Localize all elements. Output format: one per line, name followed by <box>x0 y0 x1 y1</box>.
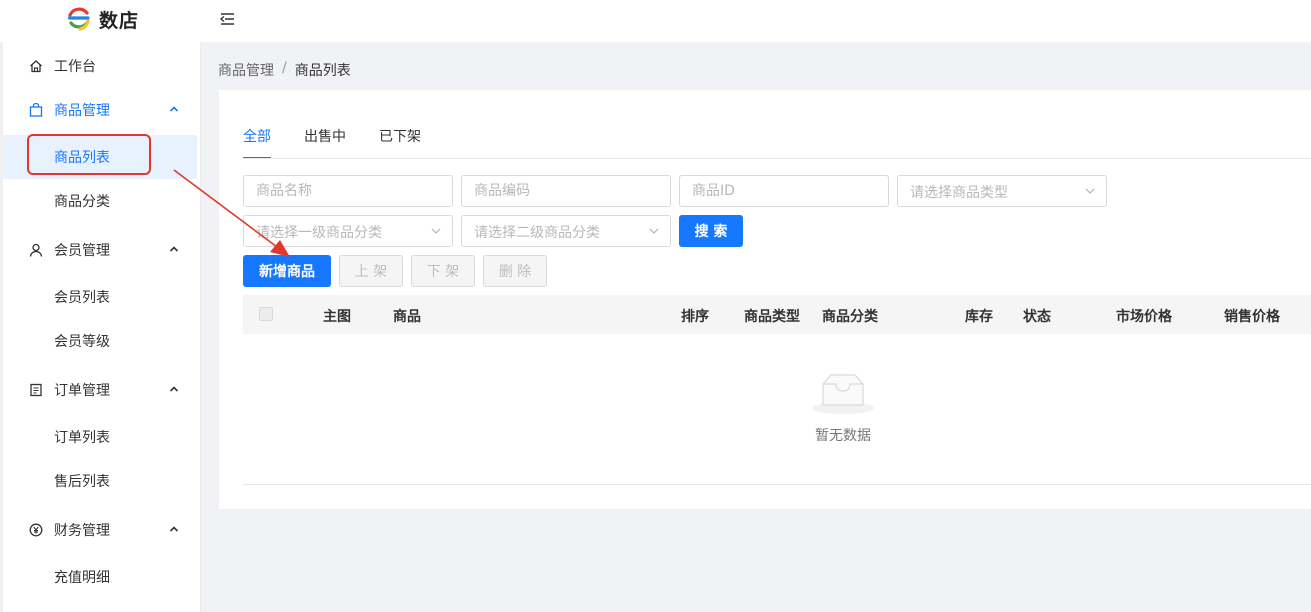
goods-id-field <box>679 175 889 207</box>
table-bottom-border <box>243 484 1311 485</box>
goods-code-input[interactable] <box>462 176 670 206</box>
user-icon <box>29 243 43 257</box>
column-header-stock: 库存 <box>965 309 993 325</box>
chevron-up-icon <box>169 106 179 112</box>
chevron-down-icon <box>1085 188 1095 194</box>
add-goods-button[interactable]: 新增商品 <box>243 255 331 287</box>
status-tabs: 全部 出售中 已下架 <box>243 126 454 159</box>
off-shelf-button[interactable]: 下 架 <box>411 255 475 287</box>
logo-icon <box>67 7 90 31</box>
select-all-checkbox[interactable] <box>259 307 273 321</box>
empty-inbox-icon <box>812 374 874 414</box>
column-header-goods: 商品 <box>393 309 421 325</box>
sidebar-group-label: 财务管理 <box>54 523 110 539</box>
sidebar-item-aftersale-list[interactable]: 售后列表 <box>3 459 197 503</box>
table-header: 主图 商品 排序 商品类型 商品分类 库存 状态 市场价格 销售价格 <box>243 295 1311 334</box>
breadcrumb-current: 商品列表 <box>294 63 351 79</box>
sidebar-item-label: 会员列表 <box>54 290 110 306</box>
yen-circle-icon <box>29 523 43 537</box>
sidebar-group-label: 订单管理 <box>54 383 110 399</box>
category-level1-placeholder: 请选择一级商品分类 <box>256 225 382 241</box>
top-bar: 数店 <box>0 0 1311 42</box>
goods-code-field <box>461 175 671 207</box>
chevron-down-icon <box>649 228 659 234</box>
tab-on-sale[interactable]: 出售中 <box>304 126 346 159</box>
goods-name-field <box>243 175 453 207</box>
sidebar-item-label: 商品分类 <box>54 194 110 210</box>
category-level2-placeholder: 请选择二级商品分类 <box>474 225 600 241</box>
breadcrumb: 商品管理 / 商品列表 <box>218 60 351 80</box>
app-name: 数店 <box>99 9 140 32</box>
chevron-up-icon <box>169 386 179 392</box>
annotation-highlight-box <box>27 134 151 175</box>
column-header-category: 商品分类 <box>822 309 878 325</box>
app-logo[interactable]: 数店 <box>66 5 139 33</box>
goods-id-input[interactable] <box>680 176 888 206</box>
sidebar-group-members[interactable]: 会员管理 <box>3 228 197 272</box>
sidebar-item-label: 工作台 <box>54 59 96 75</box>
sidebar-item-order-list[interactable]: 订单列表 <box>3 415 197 459</box>
breadcrumb-parent[interactable]: 商品管理 <box>218 60 274 80</box>
tab-off-shelf[interactable]: 已下架 <box>379 126 421 159</box>
breadcrumb-separator: / <box>282 60 287 76</box>
column-header-image: 主图 <box>323 309 351 325</box>
goods-type-placeholder: 请选择商品类型 <box>910 185 1008 201</box>
sidebar-item-label: 订单列表 <box>54 430 110 446</box>
chevron-up-icon <box>169 526 179 532</box>
sidebar-item-workbench[interactable]: 工作台 <box>3 44 197 88</box>
sidebar-group-label: 会员管理 <box>54 243 110 259</box>
shopping-bag-icon <box>29 103 43 117</box>
column-header-type: 商品类型 <box>744 309 800 325</box>
column-header-status: 状态 <box>1023 309 1051 325</box>
goods-type-select[interactable]: 请选择商品类型 <box>897 175 1107 207</box>
sidebar-item-recharge-detail[interactable]: 充值明细 <box>3 555 197 599</box>
sidebar-group-finance[interactable]: 财务管理 <box>3 508 197 552</box>
column-header-market-price: 市场价格 <box>1116 309 1172 325</box>
sidebar-item-label: 充值明细 <box>54 570 110 586</box>
category-level2-select[interactable]: 请选择二级商品分类 <box>461 215 671 247</box>
sidebar-item-member-level[interactable]: 会员等级 <box>3 319 197 363</box>
search-button[interactable]: 搜 索 <box>679 215 743 247</box>
menu-collapse-icon[interactable] <box>218 10 236 28</box>
tab-all[interactable]: 全部 <box>243 126 271 159</box>
home-icon <box>30 60 42 73</box>
column-header-sale-price: 销售价格 <box>1224 309 1280 325</box>
column-header-sort: 排序 <box>681 309 709 325</box>
category-level1-select[interactable]: 请选择一级商品分类 <box>243 215 453 247</box>
document-icon <box>30 383 42 397</box>
chevron-up-icon <box>169 246 179 252</box>
sidebar-item-member-list[interactable]: 会员列表 <box>3 275 197 319</box>
sidebar-group-orders[interactable]: 订单管理 <box>3 368 197 412</box>
tabs-divider <box>243 158 1311 159</box>
on-shelf-button[interactable]: 上 架 <box>339 255 403 287</box>
sidebar-item-label: 售后列表 <box>54 474 110 490</box>
chevron-down-icon <box>431 228 441 234</box>
delete-button[interactable]: 删 除 <box>483 255 547 287</box>
sidebar-group-goods[interactable]: 商品管理 <box>3 88 197 132</box>
sidebar-item-goods-category[interactable]: 商品分类 <box>3 179 197 223</box>
sidebar-group-label: 商品管理 <box>54 103 110 119</box>
sidebar-item-label: 会员等级 <box>54 334 110 350</box>
goods-name-input[interactable] <box>244 176 452 206</box>
empty-state-text: 暂无数据 <box>815 428 871 444</box>
